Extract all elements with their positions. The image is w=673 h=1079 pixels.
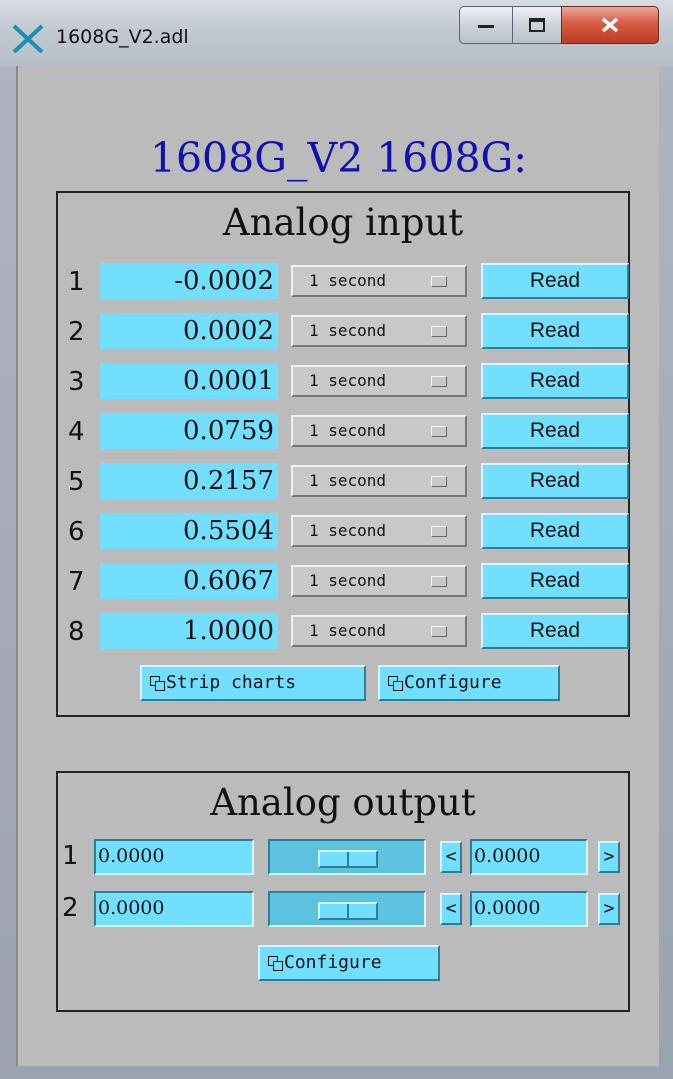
scan-period-label: 1 second: [309, 621, 387, 640]
scan-period-menu[interactable]: 1 second: [291, 515, 467, 547]
channel-number: 6: [68, 517, 85, 547]
slider-knob[interactable]: [318, 850, 378, 868]
read-button[interactable]: Read: [481, 363, 629, 399]
scan-period-menu[interactable]: 1 second: [291, 615, 467, 647]
scan-period-label: 1 second: [309, 271, 387, 290]
read-button[interactable]: Read: [481, 513, 629, 549]
menu-indicator-icon: [431, 526, 447, 537]
channel-number: 2: [68, 317, 85, 347]
analog-input-row: 5 0.2157 1 second Read: [58, 463, 629, 501]
channel-value: -0.0002: [100, 263, 278, 299]
output-slider[interactable]: [268, 839, 426, 875]
channel-number: 5: [68, 467, 85, 497]
analog-output-title: Analog output: [210, 781, 476, 824]
related-display-icon: [150, 676, 165, 691]
maximize-button[interactable]: [512, 6, 562, 44]
decrement-button[interactable]: <: [440, 893, 462, 925]
analog-input-row: 4 0.0759 1 second Read: [58, 413, 629, 451]
menu-indicator-icon: [431, 326, 447, 337]
channel-value: 0.0759: [100, 413, 278, 449]
channel-value: 0.2157: [100, 463, 278, 499]
read-button[interactable]: Read: [481, 563, 629, 599]
scan-period-label: 1 second: [309, 471, 387, 490]
channel-number: 8: [68, 617, 85, 647]
channel-value: 0.6067: [100, 563, 278, 599]
input-configure-label: Configure: [404, 672, 502, 693]
read-button[interactable]: Read: [481, 313, 629, 349]
scan-period-label: 1 second: [309, 371, 387, 390]
channel-value: 0.0002: [100, 313, 278, 349]
scan-period-menu[interactable]: 1 second: [291, 415, 467, 447]
close-icon: [601, 17, 619, 33]
read-button[interactable]: Read: [481, 463, 629, 499]
menu-indicator-icon: [431, 626, 447, 637]
increment-button[interactable]: >: [598, 893, 620, 925]
window-frame: 1608G_V2.adl 1608G_V2 1608G: Analog inpu…: [0, 0, 673, 1079]
channel-number: 3: [68, 367, 85, 397]
minimize-icon: [478, 25, 494, 28]
read-button[interactable]: Read: [481, 613, 629, 649]
related-display-icon: [388, 676, 403, 691]
close-button[interactable]: [561, 6, 659, 44]
analog-input-title: Analog input: [222, 201, 464, 244]
channel-number: 1: [62, 841, 79, 871]
title-bar[interactable]: 1608G_V2.adl: [0, 0, 673, 66]
analog-input-row: 8 1.0000 1 second Read: [58, 613, 629, 651]
menu-indicator-icon: [431, 376, 447, 387]
scan-period-menu[interactable]: 1 second: [291, 365, 467, 397]
analog-input-row: 6 0.5504 1 second Read: [58, 513, 629, 551]
strip-charts-button[interactable]: Strip charts: [140, 665, 366, 701]
menu-indicator-icon: [431, 276, 447, 287]
minimize-button[interactable]: [459, 6, 513, 44]
increment-button[interactable]: >: [598, 841, 620, 873]
scan-period-label: 1 second: [309, 571, 387, 590]
related-display-icon: [268, 956, 283, 971]
channel-number: 1: [68, 267, 85, 297]
channel-value: 0.0001: [100, 363, 278, 399]
scan-period-menu[interactable]: 1 second: [291, 315, 467, 347]
analog-input-row: 7 0.6067 1 second Read: [58, 563, 629, 601]
channel-number: 2: [62, 893, 79, 923]
increment-field[interactable]: 0.0000: [470, 839, 588, 875]
increment-field[interactable]: 0.0000: [470, 891, 588, 927]
analog-input-row: 2 0.0002 1 second Read: [58, 313, 629, 351]
output-value-field[interactable]: 0.0000: [94, 839, 254, 875]
maximize-icon: [529, 18, 545, 32]
analog-input-row: 3 0.0001 1 second Read: [58, 363, 629, 401]
channel-value: 0.5504: [100, 513, 278, 549]
analog-input-panel: Analog input 1 -0.0002 1 second Read 2 0…: [56, 191, 630, 717]
output-slider[interactable]: [268, 891, 426, 927]
analog-output-row: 1 0.0000 < 0.0000 >: [58, 839, 628, 877]
channel-number: 7: [68, 567, 85, 597]
channel-number: 4: [68, 417, 85, 447]
analog-output-panel: Analog output 1 0.0000 < 0.0000 > 2 0.00…: [56, 771, 630, 1012]
app-x-icon: [12, 24, 44, 54]
page-title: 1608G_V2 1608G:: [149, 134, 528, 182]
analog-input-row: 1 -0.0002 1 second Read: [58, 263, 629, 301]
slider-knob[interactable]: [318, 902, 378, 920]
menu-indicator-icon: [431, 476, 447, 487]
strip-charts-label: Strip charts: [166, 672, 297, 693]
channel-value: 1.0000: [100, 613, 278, 649]
read-button[interactable]: Read: [481, 413, 629, 449]
menu-indicator-icon: [431, 426, 447, 437]
scan-period-label: 1 second: [309, 521, 387, 540]
scan-period-menu[interactable]: 1 second: [291, 565, 467, 597]
analog-output-row: 2 0.0000 < 0.0000 >: [58, 891, 628, 929]
scan-period-label: 1 second: [309, 421, 387, 440]
output-value-field[interactable]: 0.0000: [94, 891, 254, 927]
output-configure-button[interactable]: Configure: [258, 945, 440, 981]
decrement-button[interactable]: <: [440, 841, 462, 873]
client-area: 1608G_V2 1608G: Analog input 1 -0.0002 1…: [16, 66, 659, 1066]
read-button[interactable]: Read: [481, 263, 629, 299]
scan-period-label: 1 second: [309, 321, 387, 340]
scan-period-menu[interactable]: 1 second: [291, 265, 467, 297]
input-configure-button[interactable]: Configure: [378, 665, 560, 701]
menu-indicator-icon: [431, 576, 447, 587]
scan-period-menu[interactable]: 1 second: [291, 465, 467, 497]
window-title: 1608G_V2.adl: [56, 26, 189, 48]
output-configure-label: Configure: [284, 952, 382, 973]
